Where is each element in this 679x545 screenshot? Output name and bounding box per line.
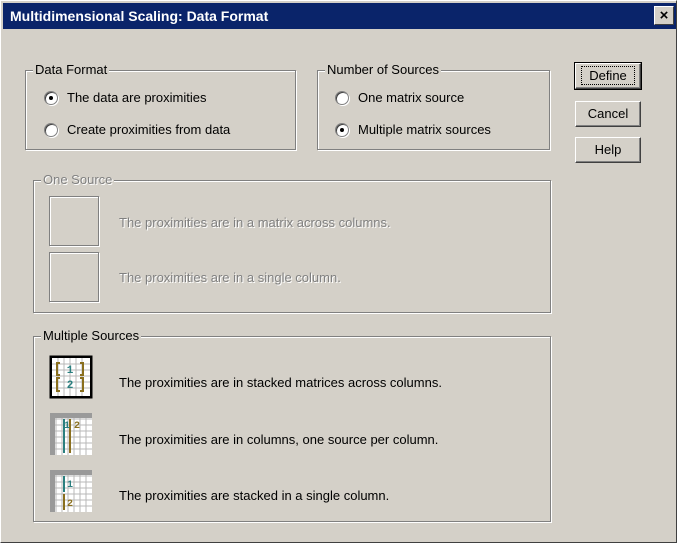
stacked-single-column-icon: 1 2 — [50, 470, 92, 512]
multiple-sources-group: Multiple Sources 1 2 The proximities are — [33, 328, 551, 522]
blank-icon — [49, 252, 99, 302]
data-format-legend: Data Format — [33, 62, 110, 78]
icon-glyph-1: 1 — [64, 421, 70, 432]
radio-create-proximities[interactable]: Create proximities from data — [44, 122, 230, 137]
radio-data-are-proximities[interactable]: The data are proximities — [44, 90, 206, 105]
multiple-source-option-single-column: The proximities are stacked in a single … — [119, 488, 390, 503]
window-title: Multidimensional Scaling: Data Format — [10, 8, 269, 24]
radio-button-checked[interactable] — [44, 90, 58, 105]
cancel-button[interactable]: Cancel — [575, 101, 641, 127]
columns-per-source-icon: 1 2 — [50, 413, 92, 455]
radio-button-checked[interactable] — [335, 122, 349, 137]
icon-glyph-1: 1 — [67, 365, 74, 377]
radio-label: Create proximities from data — [67, 122, 231, 137]
radio-label: The data are proximities — [67, 90, 207, 105]
close-icon: × — [659, 7, 669, 24]
radio-multiple-matrix-sources[interactable]: Multiple matrix sources — [335, 122, 491, 137]
one-source-option-matrix: The proximities are in a matrix across c… — [119, 215, 391, 230]
one-source-group: One Source The proximities are in a matr… — [33, 172, 551, 313]
multiple-source-option-columns: The proximities are in columns, one sour… — [119, 432, 439, 447]
radio-button[interactable] — [44, 122, 58, 137]
icon-glyph-2: 2 — [67, 380, 74, 392]
icon-glyph-2: 2 — [74, 421, 80, 432]
stacked-single-column-option[interactable]: 1 2 — [49, 469, 93, 513]
multiple-sources-legend: Multiple Sources — [41, 328, 142, 344]
multiple-source-option-stacked-matrices: The proximities are in stacked matrices … — [119, 375, 442, 390]
dialog-window: Multidimensional Scaling: Data Format × … — [0, 0, 677, 543]
number-of-sources-legend: Number of Sources — [325, 62, 441, 78]
blank-icon — [49, 196, 99, 246]
title-bar[interactable]: Multidimensional Scaling: Data Format × — [3, 3, 676, 29]
radio-button[interactable] — [335, 90, 349, 105]
number-of-sources-group: Number of Sources One matrix source Mult… — [317, 62, 550, 150]
radio-one-matrix-source[interactable]: One matrix source — [335, 90, 464, 105]
data-format-group: Data Format The data are proximities Cre… — [25, 62, 296, 150]
columns-per-source-option[interactable]: 1 2 — [49, 412, 93, 456]
icon-glyph-1: 1 — [67, 480, 73, 491]
help-button[interactable]: Help — [575, 137, 641, 163]
close-button[interactable]: × — [654, 6, 674, 25]
one-source-legend: One Source — [41, 172, 115, 188]
icon-glyph-2: 2 — [67, 499, 73, 510]
stacked-matrices-icon: 1 2 — [49, 355, 93, 399]
stacked-matrices-option[interactable]: 1 2 — [49, 355, 93, 399]
radio-label: Multiple matrix sources — [358, 122, 491, 137]
define-button[interactable]: Define — [574, 62, 642, 90]
radio-label: One matrix source — [358, 90, 465, 105]
one-source-option-single-column: The proximities are in a single column. — [119, 270, 341, 285]
